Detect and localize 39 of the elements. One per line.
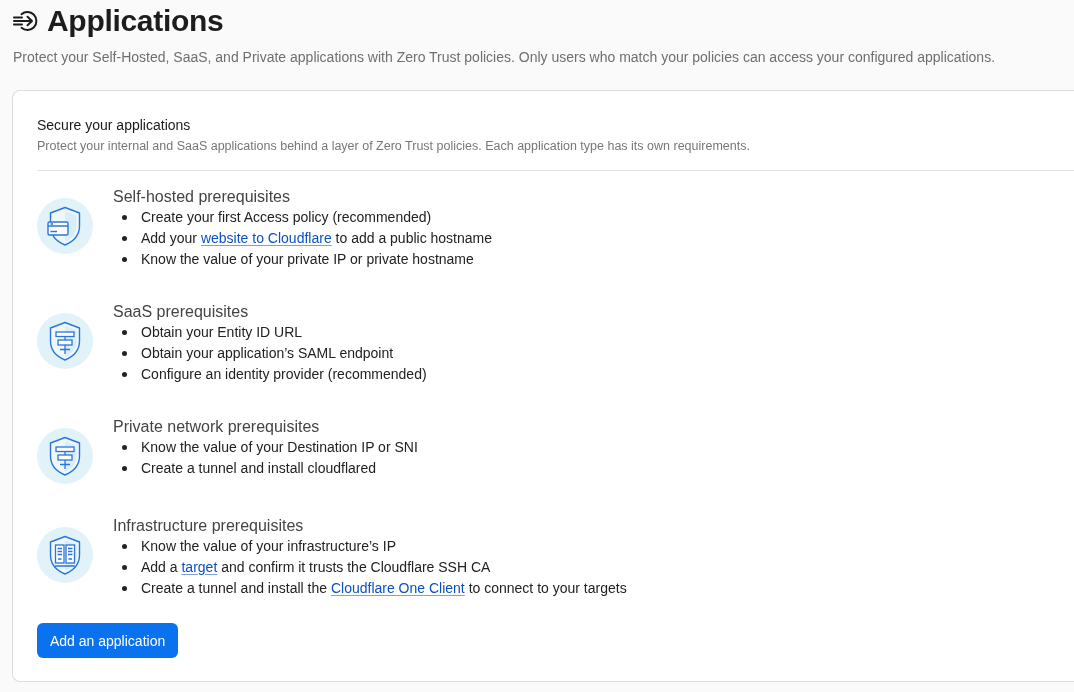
list-item-text: Obtain your Entity ID URL (141, 323, 303, 342)
shield-network-icon (37, 313, 93, 369)
bullet-icon (122, 372, 127, 377)
card-title: Secure your applications (37, 116, 192, 135)
link[interactable]: target (181, 559, 218, 575)
section-title: Infrastructure prerequisites (113, 516, 305, 536)
list-item-text: Know the value of your infrastructure’s IP (141, 537, 396, 556)
list-item-text: Add a target and confirm it trusts the Cloudflare SSH CA (141, 558, 491, 577)
add-application-button[interactable]: Add an application (37, 623, 179, 658)
shield-server-icon (37, 527, 93, 583)
card-description: Protect your internal and SaaS applications behind a layer of Zero Trust policies. Each application type has its own requirements. (37, 138, 751, 155)
page-title: Applications (47, 4, 224, 38)
bullet-icon (122, 215, 127, 220)
page-subtitle: Protect your Self-Hosted, SaaS, and Private applications with Zero Trust policies. Only users who match your policies can access your configured applications. (13, 48, 997, 67)
list-item-text: Create a tunnel and install the Cloudflare One Client to connect to your targets (141, 579, 627, 598)
bullet-icon (122, 466, 127, 471)
section-title: Private network prerequisites (113, 417, 321, 437)
list-item-text: Add your website to Cloudflare to add a public hostname (141, 229, 493, 248)
shield-network-icon (37, 428, 93, 484)
link[interactable]: Cloudflare One Client (330, 580, 465, 596)
list-item-text: Know the value of your Destination IP or SNI (141, 438, 418, 457)
bullet-icon (122, 236, 127, 241)
bullet-icon (122, 330, 127, 335)
bullet-icon (122, 586, 127, 591)
list-item-text: Create a tunnel and install cloudflared (141, 459, 377, 478)
bullet-icon (122, 544, 127, 549)
link[interactable]: website to Cloudflare (200, 230, 332, 246)
list-item-text: Know the value of your private IP or private hostname (141, 250, 474, 269)
list-item-text: Obtain your application’s SAML endpoint (141, 344, 394, 363)
bullet-icon (122, 445, 127, 450)
list-item-text: Create your first Access policy (recommended) (141, 208, 432, 227)
bullet-icon (122, 565, 127, 570)
list-item-text: Configure an identity provider (recommended) (141, 365, 427, 384)
section-title: SaaS prerequisites (113, 302, 250, 322)
bullet-icon (122, 351, 127, 356)
section-title: Self-hosted prerequisites (113, 187, 291, 207)
shield-card-icon (37, 198, 93, 254)
sign-in-icon (13, 10, 39, 32)
bullet-icon (122, 257, 127, 262)
